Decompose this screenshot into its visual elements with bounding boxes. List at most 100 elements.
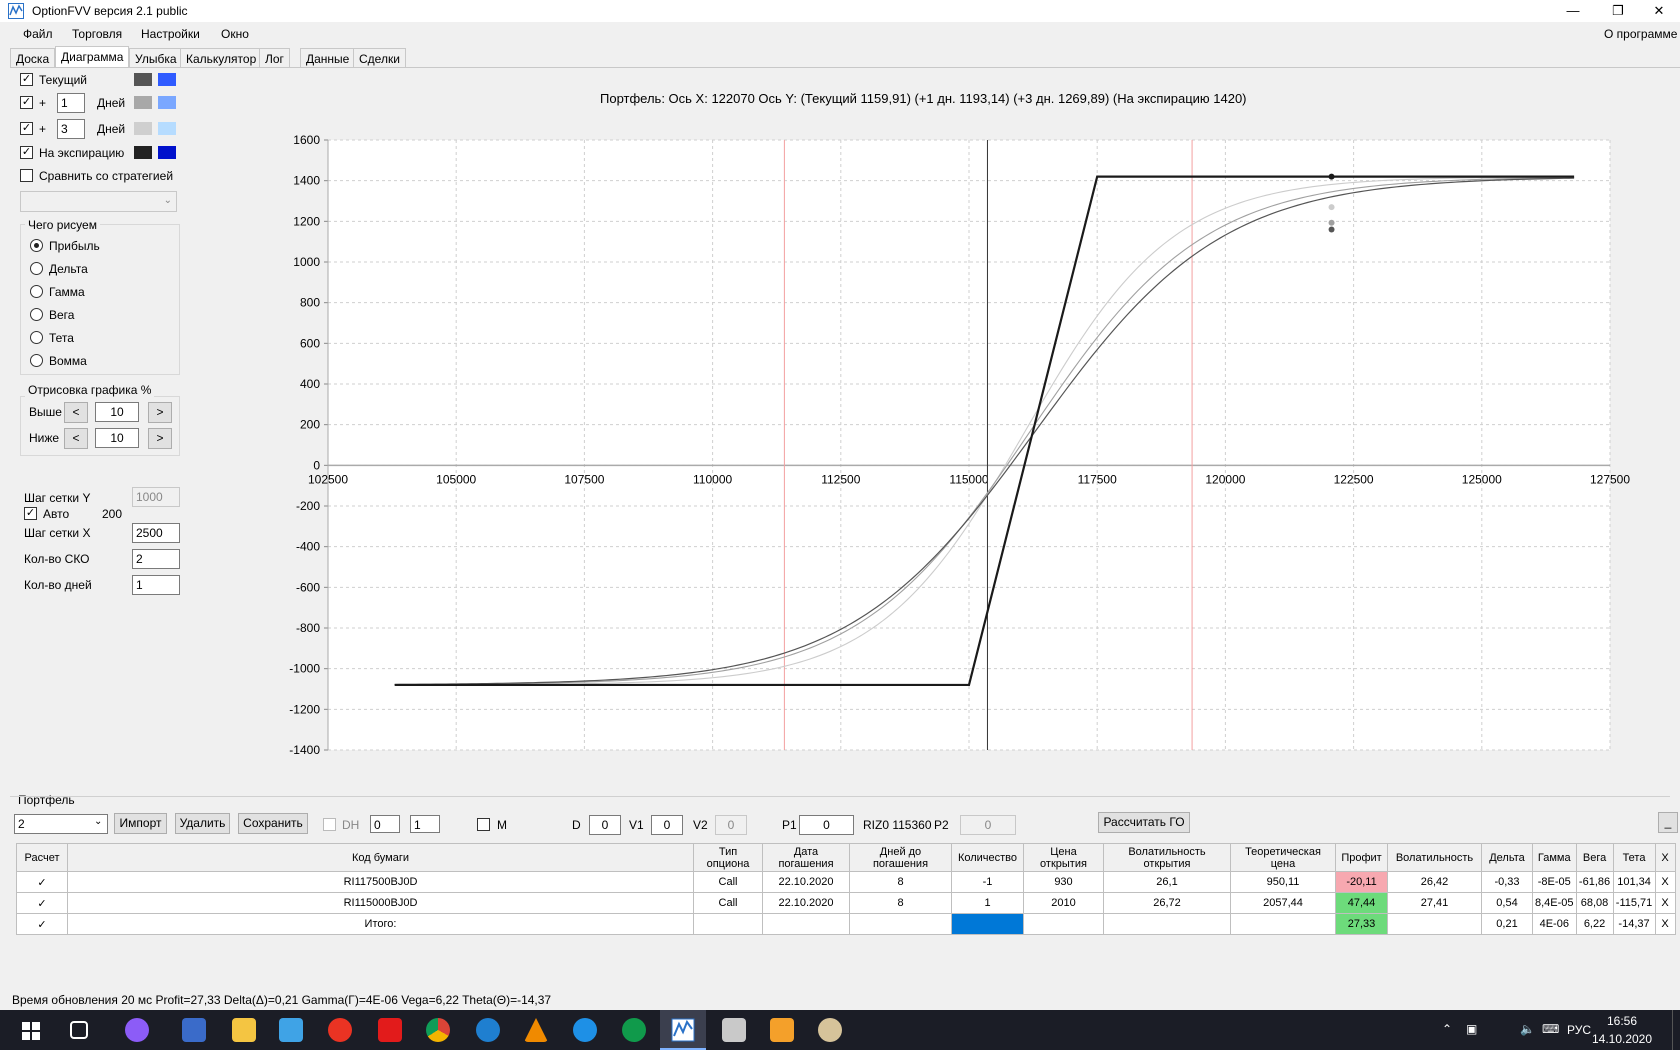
- tab-smile[interactable]: Улыбка: [129, 48, 183, 68]
- col-type[interactable]: Тип опциона: [693, 843, 763, 872]
- below-increase-button[interactable]: >: [148, 428, 172, 449]
- col-code[interactable]: Код бумаги: [67, 843, 694, 872]
- radio-vega[interactable]: [30, 308, 43, 321]
- col-profit[interactable]: Профит: [1335, 843, 1388, 872]
- spinner-1[interactable]: 0: [370, 815, 400, 833]
- expiry-color-2[interactable]: [158, 146, 176, 159]
- col-x[interactable]: X: [1654, 843, 1676, 872]
- row-checkbox[interactable]: ✓: [16, 892, 68, 914]
- save-button[interactable]: Сохранить: [238, 813, 308, 834]
- tab-calculator[interactable]: Калькулятор: [180, 48, 263, 68]
- plus1-color-2[interactable]: [158, 96, 176, 109]
- above-increase-button[interactable]: >: [148, 402, 172, 423]
- below-input[interactable]: 10: [95, 428, 139, 448]
- row-remove-button[interactable]: X: [1654, 871, 1676, 893]
- plus3-checkbox[interactable]: ✓: [20, 122, 33, 135]
- pnl-chart[interactable]: 102500 105000 107500 110000 112500 115000 1175…: [270, 120, 1640, 760]
- menu-settings[interactable]: Настройки: [141, 27, 200, 41]
- tray-network-icon[interactable]: ▣: [1466, 1022, 1477, 1036]
- ndays-input[interactable]: 1: [132, 575, 180, 595]
- below-decrease-button[interactable]: <: [64, 428, 88, 449]
- row-checkbox[interactable]: ✓: [16, 871, 68, 893]
- tab-diagram[interactable]: Диаграмма: [55, 46, 130, 67]
- cell-open[interactable]: 930: [1023, 871, 1104, 893]
- col-qty[interactable]: Количество: [951, 843, 1024, 872]
- tray-volume-icon[interactable]: 🔈: [1520, 1022, 1535, 1036]
- col-calc[interactable]: Расчет: [16, 843, 68, 872]
- expiry-checkbox[interactable]: ✓: [20, 146, 33, 159]
- plus1-color-1[interactable]: [134, 96, 152, 109]
- row-remove-button[interactable]: X: [1654, 892, 1676, 914]
- tray-time[interactable]: 16:56: [1597, 1014, 1647, 1028]
- expiry-color-1[interactable]: [134, 146, 152, 159]
- chrome-icon[interactable]: [426, 1018, 450, 1042]
- d-input[interactable]: 0: [589, 815, 621, 835]
- strategy-select[interactable]: ⌄: [20, 191, 177, 212]
- folder-icon[interactable]: [232, 1018, 256, 1042]
- plus1-days-input[interactable]: 1: [57, 93, 85, 113]
- tab-data[interactable]: Данные: [300, 48, 356, 68]
- menu-about[interactable]: О программе: [1604, 27, 1677, 41]
- yandex-icon[interactable]: [378, 1018, 402, 1042]
- above-decrease-button[interactable]: <: [64, 402, 88, 423]
- radio-gamma[interactable]: [30, 285, 43, 298]
- col-open[interactable]: Цена открытия: [1023, 843, 1104, 872]
- spinner-2[interactable]: 1: [410, 815, 440, 833]
- col-theta[interactable]: Тета: [1612, 843, 1656, 872]
- delete-button[interactable]: Удалить: [175, 813, 230, 834]
- documents-icon[interactable]: [722, 1018, 746, 1042]
- tray-date[interactable]: 14.10.2020: [1580, 1032, 1664, 1046]
- import-button[interactable]: Импорт: [114, 813, 167, 834]
- table-row[interactable]: ✓ RI115000BJ0D Call 22.10.2020 8 1 2010 …: [16, 892, 1676, 914]
- compare-checkbox[interactable]: [20, 169, 33, 182]
- tab-log[interactable]: Лог: [259, 48, 290, 68]
- dh-checkbox[interactable]: [323, 818, 336, 831]
- current-checkbox[interactable]: ✓: [20, 73, 33, 86]
- save-disk-icon[interactable]: [182, 1018, 206, 1042]
- col-days[interactable]: Дней до погашения: [849, 843, 952, 872]
- media-icon[interactable]: [770, 1018, 794, 1042]
- v2-input[interactable]: 0: [715, 815, 747, 835]
- plus3-color-1[interactable]: [134, 122, 152, 135]
- cell-vol-open[interactable]: 26,1: [1103, 871, 1231, 893]
- col-vega[interactable]: Вега: [1575, 843, 1614, 872]
- close-button[interactable]: ✕: [1636, 0, 1680, 22]
- restore-button[interactable]: ❐: [1595, 0, 1641, 22]
- col-vol-open[interactable]: Волатильность открытия: [1103, 843, 1231, 872]
- total-remove-button[interactable]: X: [1654, 913, 1676, 935]
- total-row[interactable]: ✓ Итого: 27,33 0,21 4E-06 6,22 -14,37 X: [16, 913, 1676, 935]
- menu-window[interactable]: Окно: [221, 27, 249, 41]
- calc-go-button[interactable]: Рассчитать ГО: [1098, 812, 1190, 833]
- yandex-browser-icon[interactable]: [328, 1018, 352, 1042]
- radio-theta[interactable]: [30, 331, 43, 344]
- sko-input[interactable]: 2: [132, 549, 180, 569]
- current-color-2[interactable]: [158, 73, 176, 86]
- paint-icon[interactable]: [818, 1018, 842, 1042]
- p1-input[interactable]: 0: [799, 815, 854, 835]
- tab-deals[interactable]: Сделки: [353, 48, 406, 68]
- quik-icon[interactable]: [622, 1018, 646, 1042]
- table-row[interactable]: ✓ RI117500BJ0D Call 22.10.2020 8 -1 930 …: [16, 871, 1676, 893]
- tab-board[interactable]: Доска: [10, 48, 56, 68]
- menu-trading[interactable]: Торговля: [72, 27, 122, 41]
- radio-delta[interactable]: [30, 262, 43, 275]
- tray-keyboard-icon[interactable]: ⌨: [1542, 1022, 1559, 1036]
- col-date[interactable]: Дата погашения: [762, 843, 850, 872]
- radio-vomma[interactable]: [30, 354, 43, 367]
- selected-cell[interactable]: [951, 913, 1024, 935]
- cell-qty[interactable]: 1: [951, 892, 1024, 914]
- above-input[interactable]: 10: [95, 402, 139, 422]
- current-color-1[interactable]: [134, 73, 152, 86]
- thunderbird-icon[interactable]: [476, 1018, 500, 1042]
- windows-start-icon[interactable]: [22, 1022, 40, 1040]
- auto-checkbox[interactable]: ✓: [24, 507, 37, 520]
- grid-y-input[interactable]: 1000: [132, 487, 180, 507]
- cell-qty[interactable]: -1: [951, 871, 1024, 893]
- tray-up-arrow-icon[interactable]: ⌃: [1442, 1022, 1452, 1036]
- task-view-icon[interactable]: [70, 1021, 88, 1039]
- cell-vol-open[interactable]: 26,72: [1103, 892, 1231, 914]
- zoom-icon[interactable]: [573, 1018, 597, 1042]
- alice-icon[interactable]: [125, 1018, 149, 1042]
- optionfvv-taskbar-button[interactable]: [660, 1010, 706, 1050]
- menu-file[interactable]: Файл: [23, 27, 53, 41]
